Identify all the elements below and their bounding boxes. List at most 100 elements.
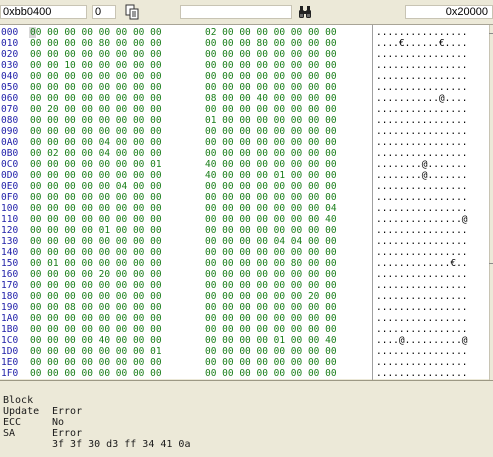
update-value: No [52, 417, 65, 428]
hex-bytes-left: 00 00 00 00 00 00 00 00 [30, 247, 162, 258]
hex-row[interactable]: 0D0 00 00 00 00 00 00 00 00 40 00 00 00 01… [0, 170, 493, 181]
row-address: 150 [1, 258, 19, 269]
row-address: 030 [1, 60, 19, 71]
hex-row[interactable]: 020 00 00 00 00 00 00 00 00 00 00 00 00 00… [0, 49, 493, 60]
ascii-text: ................ [376, 225, 468, 236]
hex-bytes-right: 00 00 00 00 00 00 00 00 [205, 82, 337, 93]
hex-bytes-left: 00 00 00 00 40 00 00 00 [30, 335, 162, 346]
hex-bytes-right: 00 00 00 00 00 00 20 00 [205, 291, 337, 302]
hex-bytes-right: 00 00 00 00 00 00 00 00 [205, 346, 337, 357]
ascii-text: ................ [376, 115, 468, 126]
hex-row[interactable]: 1C0 00 00 00 00 40 00 00 00 00 00 00 00 01… [0, 335, 493, 346]
ascii-text: ................ [376, 280, 468, 291]
ascii-text: .............€.. [376, 258, 468, 269]
hex-bytes-left: 00 00 00 00 00 00 00 00 [30, 126, 162, 137]
ascii-text: ................ [376, 82, 468, 93]
block-value: Error [52, 406, 83, 417]
row-address: 0D0 [1, 170, 19, 181]
hex-row[interactable]: 150 00 01 00 00 00 00 00 00 00 00 00 00 00… [0, 258, 493, 269]
size-field: 0x20000 [405, 5, 493, 19]
hex-row[interactable]: 060 00 00 00 00 00 00 00 00 08 00 00 40 00… [0, 93, 493, 104]
hex-row[interactable]: 000 00 00 00 00 00 00 00 00 02 00 00 00 00… [0, 27, 493, 38]
hex-row[interactable]: 140 00 00 00 00 00 00 00 00 00 00 00 00 00… [0, 247, 493, 258]
hex-row[interactable]: 120 00 00 00 00 01 00 00 00 00 00 00 00 00… [0, 225, 493, 236]
ascii-text: ................ [376, 71, 468, 82]
hex-row[interactable]: 040 00 00 00 00 00 00 00 00 00 00 00 00 00… [0, 71, 493, 82]
hex-row[interactable]: 080 00 00 00 00 00 00 00 00 01 00 00 00 00… [0, 115, 493, 126]
hex-row[interactable]: 180 00 00 00 00 00 00 00 00 00 00 00 00 00… [0, 291, 493, 302]
hex-row[interactable]: 190 00 00 08 00 00 00 00 00 00 00 00 00 00… [0, 302, 493, 313]
row-address: 0E0 [1, 181, 19, 192]
hex-bytes-right: 00 00 00 00 00 00 00 00 [205, 192, 337, 203]
search-input[interactable] [180, 5, 292, 19]
hex-bytes-left: 00 00 00 00 00 00 00 00 [30, 71, 162, 82]
ascii-text: ....€......€.... [376, 38, 468, 49]
ascii-text: ...........@.... [376, 93, 468, 104]
ascii-text: ................ [376, 269, 468, 280]
row-address: 060 [1, 93, 19, 104]
ascii-text: ................ [376, 324, 468, 335]
ascii-text: ................ [376, 49, 468, 60]
hex-row[interactable]: 1D0 00 00 00 00 00 00 00 01 00 00 00 00 00… [0, 346, 493, 357]
hex-bytes-left: 00 00 00 00 00 00 00 01 [30, 159, 162, 170]
hex-row[interactable]: 070 00 20 00 00 00 00 00 00 00 00 00 00 00… [0, 104, 493, 115]
hex-row[interactable]: 170 00 00 00 00 00 00 00 00 00 00 00 00 00… [0, 280, 493, 291]
hex-bytes-left: 00 00 00 00 00 00 00 00 [30, 291, 162, 302]
hex-row[interactable]: 030 00 00 10 00 00 00 00 00 00 00 00 00 00… [0, 60, 493, 71]
hex-bytes-left: 00 00 00 00 00 00 00 00 [30, 27, 162, 38]
hex-row[interactable]: 1A0 00 00 00 00 00 00 00 00 00 00 00 00 00… [0, 313, 493, 324]
hex-row[interactable]: 0A0 00 00 00 00 04 00 00 00 00 00 00 00 00… [0, 137, 493, 148]
row-address: 110 [1, 214, 19, 225]
hex-row[interactable]: 0F0 00 00 00 00 00 00 00 00 00 00 00 00 00… [0, 192, 493, 203]
hex-bytes-right: 00 00 00 00 00 00 00 00 [205, 148, 337, 159]
hex-bytes-left: 00 00 00 00 00 00 00 00 [30, 93, 162, 104]
hex-view[interactable]: 000 00 00 00 00 00 00 00 00 02 00 00 00 00… [0, 24, 493, 380]
hex-bytes-right: 00 00 00 00 00 00 00 04 [205, 203, 337, 214]
ascii-text: ................ [376, 346, 468, 357]
scrollbar[interactable] [489, 25, 493, 380]
row-address: 000 [1, 27, 19, 38]
ascii-text: ....@..........@ [376, 335, 468, 346]
hex-row[interactable]: 0B0 00 02 00 00 04 00 00 00 00 00 00 00 00… [0, 148, 493, 159]
number-field[interactable]: 0 [92, 5, 116, 19]
hex-row[interactable]: 050 00 00 00 00 00 00 00 00 00 00 00 00 00… [0, 82, 493, 93]
hex-bytes-left: 00 00 08 00 00 00 00 00 [30, 302, 162, 313]
ascii-text: ................ [376, 148, 468, 159]
hex-row[interactable]: 1E0 00 00 00 00 00 00 00 00 00 00 00 00 00… [0, 357, 493, 368]
hex-row[interactable]: 110 00 00 00 00 00 00 00 00 00 00 00 00 00… [0, 214, 493, 225]
hex-row[interactable]: 0C0 00 00 00 00 00 00 00 01 40 00 00 00 00… [0, 159, 493, 170]
hex-bytes-right: 00 00 00 00 00 00 00 00 [205, 126, 337, 137]
hex-row[interactable]: 010 00 00 00 00 80 00 00 00 00 00 00 80 00… [0, 38, 493, 49]
row-address: 1C0 [1, 335, 19, 346]
ascii-text: ................ [376, 104, 468, 115]
hex-row[interactable]: 160 00 00 00 00 20 00 00 00 00 00 00 00 00… [0, 269, 493, 280]
ascii-text: ................ [376, 236, 468, 247]
hex-row[interactable]: 130 00 00 00 00 00 00 00 00 00 00 00 00 04… [0, 236, 493, 247]
hex-row[interactable]: 1F0 00 00 00 00 00 00 00 00 00 00 00 00 00… [0, 368, 493, 379]
hex-bytes-right: 00 00 00 00 04 04 00 00 [205, 236, 337, 247]
hex-row[interactable]: 1B0 00 00 00 00 00 00 00 00 00 00 00 00 00… [0, 324, 493, 335]
hex-bytes-left: 00 00 10 00 00 00 00 00 [30, 60, 162, 71]
binoculars-icon[interactable] [297, 4, 313, 20]
hex-bytes-right: 00 00 00 00 00 00 00 00 [205, 302, 337, 313]
ascii-text: ................ [376, 181, 468, 192]
row-address: 100 [1, 203, 19, 214]
hex-row[interactable]: 090 00 00 00 00 00 00 00 00 00 00 00 00 00… [0, 126, 493, 137]
ascii-text: ................ [376, 357, 468, 368]
hex-bytes-right: 00 00 00 00 00 00 00 00 [205, 71, 337, 82]
hex-row[interactable]: 100 00 00 00 00 00 00 00 00 00 00 00 00 00… [0, 203, 493, 214]
hex-bytes-right: 00 00 00 00 00 00 00 00 [205, 368, 337, 379]
hex-row[interactable]: 0E0 00 00 00 00 00 04 00 00 00 00 00 00 00… [0, 181, 493, 192]
row-address: 180 [1, 291, 19, 302]
hex-bytes-left: 00 00 00 00 00 00 00 00 [30, 170, 162, 181]
address-field[interactable]: 0xbb0400 [0, 5, 87, 19]
hex-bytes-right: 00 00 00 00 00 00 00 00 [205, 49, 337, 60]
hex-bytes-left: 00 00 00 00 00 00 00 00 [30, 115, 162, 126]
hex-bytes-left: 00 00 00 00 00 00 00 00 [30, 82, 162, 93]
hex-bytes-right: 00 00 00 00 00 00 00 00 [205, 181, 337, 192]
row-address: 1A0 [1, 313, 19, 324]
hex-bytes-left: 00 02 00 00 04 00 00 00 [30, 148, 162, 159]
copy-icon[interactable] [124, 4, 140, 20]
row-address: 140 [1, 247, 19, 258]
row-address: 010 [1, 38, 19, 49]
